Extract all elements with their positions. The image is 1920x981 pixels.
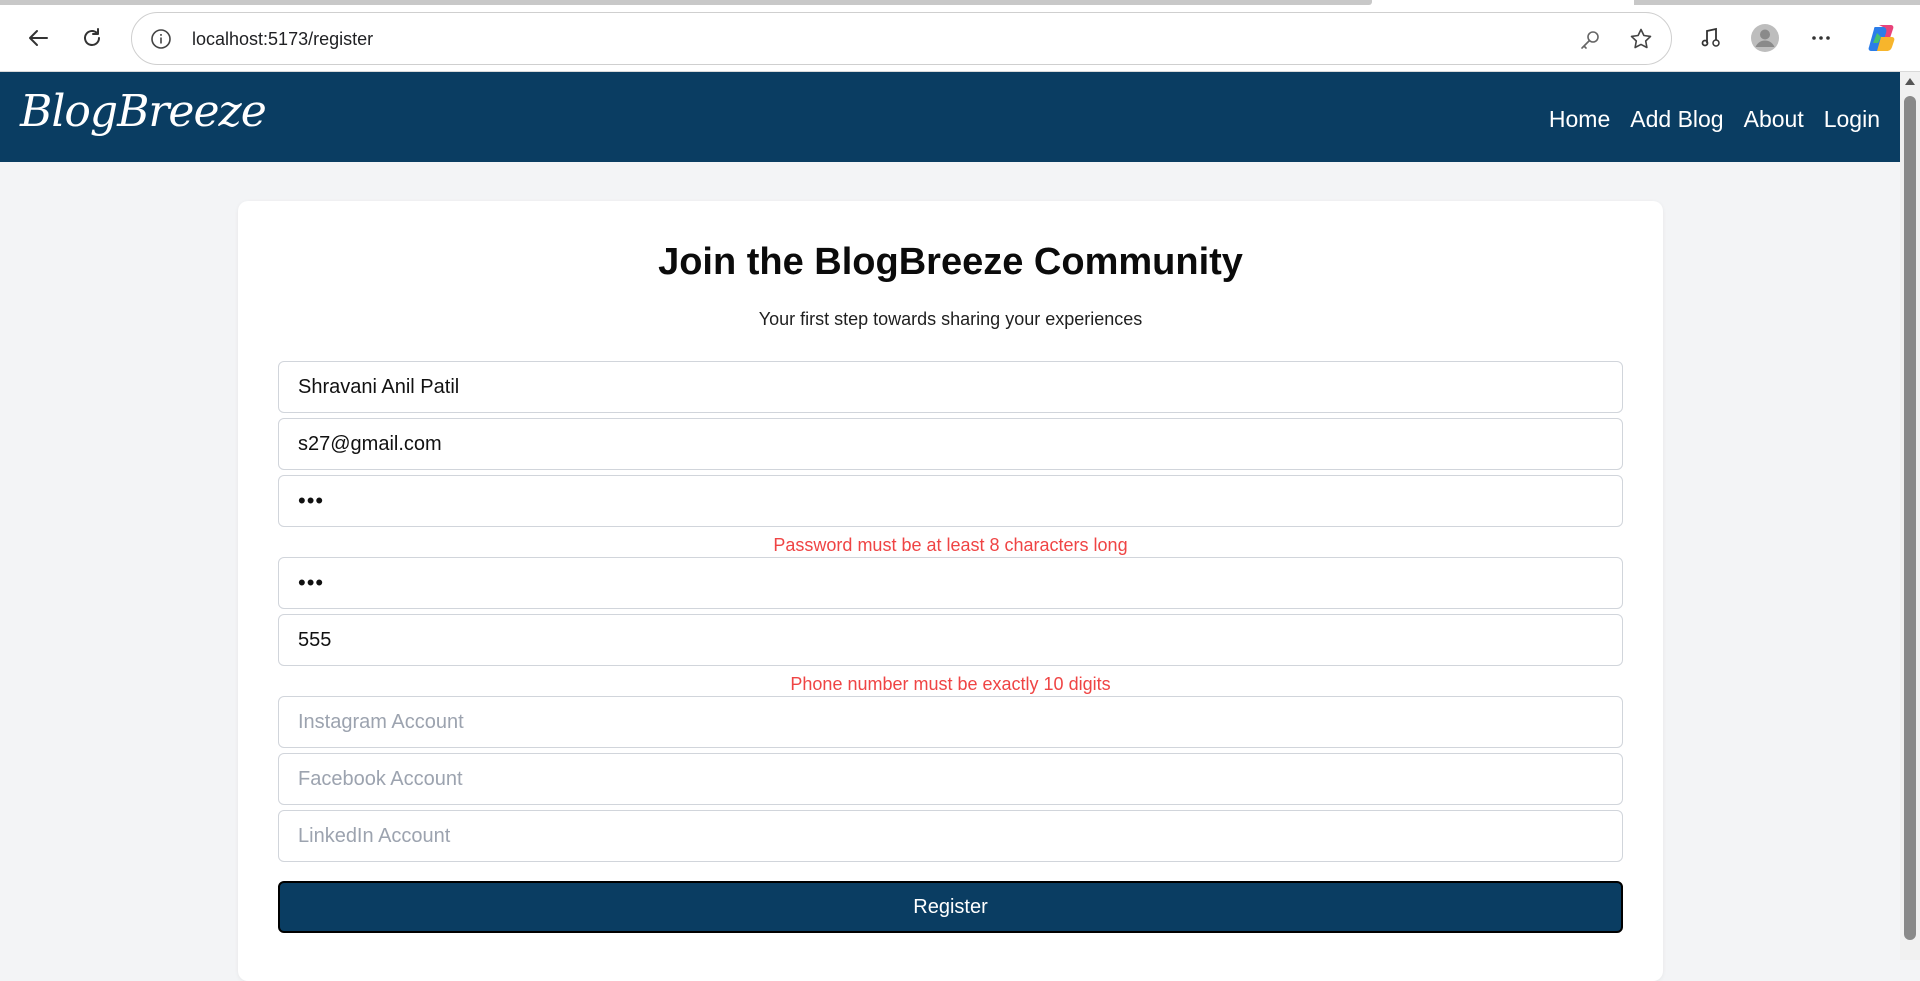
tab-strip-segment [1634,0,1920,5]
star-icon[interactable] [1629,27,1653,56]
name-field[interactable] [278,361,1623,413]
url-text[interactable]: localhost:5173/register [192,29,373,50]
reload-icon [84,28,100,46]
nav-links: Home Add Blog About Login [1549,106,1880,133]
password-field[interactable] [278,475,1623,527]
scrollbar-thumb[interactable] [1904,96,1916,940]
nav-link-about[interactable]: About [1744,106,1804,133]
more-button[interactable] [1803,20,1839,56]
key-icon[interactable] [1579,29,1601,56]
info-icon[interactable] [150,28,172,55]
address-bar[interactable]: localhost:5173/register [131,12,1672,65]
browser-toolbar: localhost:5173/register [0,0,1920,72]
scroll-up-icon[interactable] [1905,78,1915,85]
page-subtitle: Your first step towards sharing your exp… [758,309,1143,329]
tab-strip [0,0,1920,6]
back-icon [29,30,48,46]
reload-button[interactable] [74,20,110,56]
email-field[interactable] [278,418,1623,470]
copilot-button[interactable] [1864,20,1900,56]
phone-field[interactable] [278,614,1623,666]
media-icon [1701,27,1720,47]
instagram-field[interactable] [278,696,1623,748]
page-scrollbar[interactable] [1900,72,1920,960]
profile-icon [1751,24,1779,52]
facebook-field[interactable] [278,753,1623,805]
page-title: Join the BlogBreeze Community [658,241,1243,283]
media-control-button[interactable] [1693,20,1729,56]
app-navbar: BlogBreeze Home Add Blog About Login [0,72,1900,162]
nav-link-home[interactable]: Home [1549,106,1610,133]
profile-button[interactable] [1747,20,1783,56]
linkedin-field[interactable] [278,810,1623,862]
nav-link-add-blog[interactable]: Add Blog [1630,106,1723,133]
phone-error: Phone number must be exactly 10 digits [790,674,1111,694]
nav-link-login[interactable]: Login [1824,106,1880,133]
tab-strip-segment [0,0,1372,5]
confirm-password-field[interactable] [278,557,1623,609]
register-button[interactable]: Register [278,881,1623,933]
password-error: Password must be at least 8 characters l… [773,535,1128,555]
more-icon [1812,36,1830,40]
register-card: Join the BlogBreeze Community Your first… [238,201,1663,981]
copilot-icon [1868,25,1895,51]
back-button[interactable] [20,20,56,56]
brand-logo[interactable]: BlogBreeze [20,86,267,137]
